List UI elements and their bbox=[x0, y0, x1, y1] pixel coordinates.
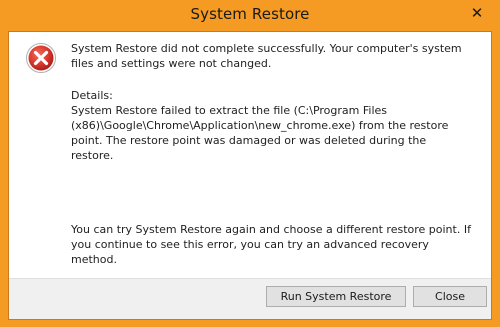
close-button[interactable]: Close bbox=[413, 286, 487, 307]
details-text: System Restore failed to extract the fil… bbox=[71, 104, 449, 162]
error-icon bbox=[26, 43, 56, 73]
window-title: System Restore bbox=[190, 5, 310, 23]
title-bar[interactable]: System Restore ✕ bbox=[0, 0, 500, 31]
run-system-restore-button[interactable]: Run System Restore bbox=[266, 286, 406, 307]
details-label: Details: bbox=[71, 89, 113, 102]
close-icon[interactable]: ✕ bbox=[468, 4, 486, 22]
advice-text: You can try System Restore again and cho… bbox=[71, 223, 471, 266]
error-message: System Restore did not complete successf… bbox=[71, 42, 462, 70]
dialog-body: System Restore did not complete successf… bbox=[8, 31, 492, 320]
system-restore-window: System Restore ✕ System Restore did not … bbox=[0, 0, 500, 327]
